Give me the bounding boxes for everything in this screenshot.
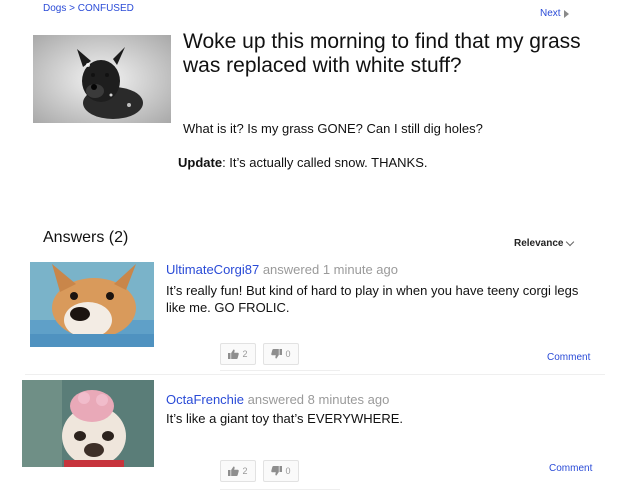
answer-text: It’s really fun! But kind of hard to pla… [166, 283, 579, 315]
answer-time: 1 minute ago [322, 262, 398, 277]
answer-text: It’s like a giant toy that’s EVERYWHERE. [166, 411, 403, 426]
question-detail: What is it? Is my grass GONE? Can I stil… [183, 121, 483, 136]
answered-label: answered [262, 262, 320, 277]
thumbs-down-icon [271, 466, 283, 476]
answered-label: answered [247, 392, 305, 407]
comment-button[interactable]: Comment [549, 463, 592, 474]
thumbs-up-icon [228, 466, 240, 476]
answer-meta: OctaFrenchie answered 8 minutes ago [166, 392, 389, 407]
divider [25, 374, 605, 375]
thumbs-up-icon [228, 349, 240, 359]
sort-dropdown[interactable]: Relevance [514, 237, 575, 249]
thumbs-up-button[interactable]: 2 [220, 460, 256, 482]
thumbs-down-button[interactable]: 0 [263, 343, 299, 365]
next-button[interactable]: Next [540, 8, 569, 19]
chevron-down-icon [566, 237, 575, 247]
question-update: Update: It’s actually called snow. THANK… [178, 155, 428, 170]
answer-meta: UltimateCorgi87 answered 1 minute ago [166, 262, 398, 277]
answers-heading: Answers (2) [43, 229, 129, 246]
update-label: Update [178, 155, 223, 170]
comment-button[interactable]: Comment [547, 352, 590, 363]
thumbs-up-button[interactable]: 2 [220, 343, 256, 365]
divider [220, 370, 340, 371]
answer-avatar-corgi[interactable] [30, 262, 154, 347]
question-photo-dog-in-snow [33, 35, 171, 123]
breadcrumb[interactable]: Dogs > CONFUSED [43, 3, 134, 14]
divider [220, 489, 340, 490]
thumbs-down-count: 0 [285, 466, 291, 476]
update-text: : It’s actually called snow. THANKS. [222, 155, 428, 170]
answer-username[interactable]: OctaFrenchie [166, 392, 244, 407]
next-label: Next [540, 8, 561, 19]
thumbs-up-count: 2 [242, 349, 248, 359]
thumbs-up-count: 2 [242, 466, 248, 476]
chevron-right-icon [563, 9, 569, 18]
thumbs-down-icon [271, 349, 283, 359]
thumbs-down-count: 0 [285, 349, 291, 359]
answer-username[interactable]: UltimateCorgi87 [166, 262, 259, 277]
answer-avatar-frenchie[interactable] [22, 380, 154, 467]
question-title: Woke up this morning to find that my gra… [183, 30, 581, 77]
answer-time: 8 minutes ago [307, 392, 390, 407]
sort-label: Relevance [514, 238, 564, 249]
thumbs-down-button[interactable]: 0 [263, 460, 299, 482]
